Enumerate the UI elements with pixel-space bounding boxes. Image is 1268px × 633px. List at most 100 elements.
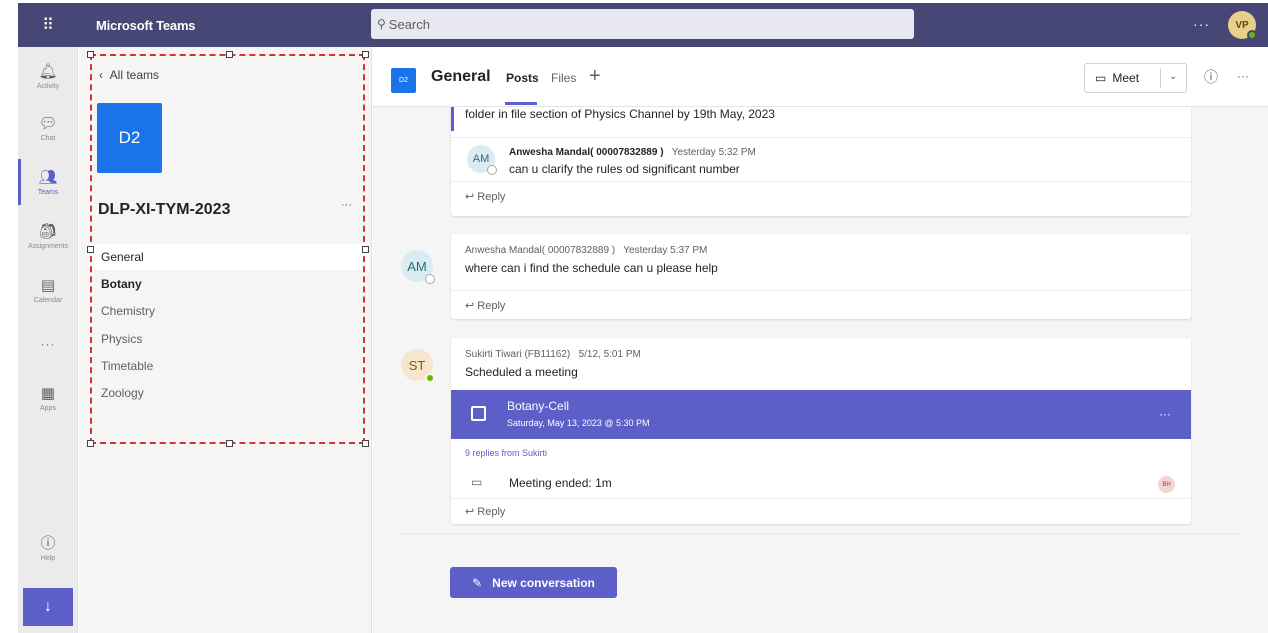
divider (451, 181, 1191, 182)
avatar[interactable]: AM (401, 250, 435, 284)
rail-item-teams[interactable]: 👥︎ Teams (18, 157, 78, 207)
avatar[interactable]: AM (467, 145, 497, 175)
presence-status-icon (425, 373, 435, 383)
reply-message: Anwesha Mandal( 00007832889 ) Yesterday … (509, 147, 756, 176)
reply-button[interactable]: ↩︎ Reply (465, 505, 505, 518)
new-conversation-button[interactable]: ✎ New conversation (450, 567, 617, 598)
rail-item-assignments[interactable]: 🎒︎ Assignments (18, 211, 78, 261)
meeting-title: Botany-Cell (507, 399, 570, 413)
avatar-initials: AM (472, 153, 490, 165)
reply-button[interactable]: ↩︎ Reply (465, 190, 505, 203)
active-tab-indicator (505, 102, 537, 105)
divider (451, 290, 1191, 291)
resize-handle[interactable] (87, 246, 94, 253)
meet-button[interactable]: ▭ Meet ⌄ (1084, 63, 1187, 93)
rail-item-label: Chat (40, 134, 56, 142)
presence-status-icon (1247, 30, 1257, 40)
meeting-ended-text: Meeting ended: 1m (509, 476, 612, 490)
rail-item-calendar[interactable]: ▤ Calendar (18, 265, 78, 315)
settings-more-button[interactable]: ··· (1193, 16, 1210, 32)
team-more-button[interactable]: ··· (341, 199, 352, 211)
rail-item-label: Assignments (27, 242, 69, 250)
avatar[interactable]: ST (401, 349, 435, 383)
all-teams-link[interactable]: ‹ All teams (99, 68, 159, 82)
bell-icon: 🔔︎ (38, 62, 58, 80)
channel-physics[interactable]: Physics (91, 326, 369, 352)
channel-badge: D2 (391, 68, 416, 93)
all-teams-label: All teams (109, 68, 160, 82)
resize-handle[interactable] (87, 51, 94, 58)
message-time: 5/12, 5:01 PM (578, 349, 641, 360)
tab-posts[interactable]: Posts (506, 71, 539, 85)
compose-icon: ✎ (472, 575, 483, 590)
reply-button[interactable]: ↩︎ Reply (465, 299, 505, 312)
post-message: Anwesha Mandal( 00007832889 ) Yesterday … (465, 245, 718, 275)
profile-avatar[interactable]: VP (1228, 11, 1257, 40)
avatar-initials: ST (408, 357, 426, 373)
download-icon: ↓ (44, 598, 52, 615)
resize-handle[interactable] (362, 246, 369, 253)
rail-item-activity[interactable]: 🔔︎ Activity (18, 51, 78, 101)
chevron-left-icon: ‹ (99, 68, 110, 82)
divider (1160, 68, 1161, 88)
participant-avatar: BH (1158, 476, 1175, 493)
divider (451, 137, 1191, 138)
message-author: Sukirti Tiwari (FB11162) (465, 349, 571, 360)
rail-item-help[interactable]: ⓘ Help (18, 523, 78, 573)
channel-zoology[interactable]: Zoology (91, 380, 369, 406)
resize-handle[interactable] (226, 51, 233, 58)
rail-item-label: Activity (36, 82, 60, 90)
post-message: Sukirti Tiwari (FB11162) 5/12, 5:01 PM S… (465, 349, 641, 379)
video-camera-icon: ▭ (1095, 71, 1107, 85)
meeting-card[interactable]: Botany-Cell Saturday, May 13, 2023 @ 5:3… (451, 390, 1191, 439)
post-accent-bar (451, 107, 454, 131)
channel-general[interactable]: General (91, 244, 369, 270)
presence-status-icon (425, 274, 435, 284)
message-text: can u clarify the rules od significant n… (509, 162, 740, 176)
app-title: Microsoft Teams (96, 17, 196, 33)
reply-icon: ↩︎ (465, 506, 478, 518)
apps-icon: ▦ (40, 384, 56, 402)
search-placeholder: Search (388, 16, 430, 32)
more-apps-button[interactable]: ··· (18, 337, 78, 351)
message-author: Anwesha Mandal( 00007832889 ) (465, 245, 616, 256)
meeting-more-button[interactable]: ··· (1159, 407, 1171, 421)
resize-handle[interactable] (87, 440, 94, 447)
channel-timetable[interactable]: Timetable (91, 353, 369, 379)
calendar-icon (471, 406, 486, 421)
replies-count-link[interactable]: 9 replies from Sukirti (465, 448, 547, 458)
chevron-down-icon[interactable]: ⌄ (1169, 71, 1177, 82)
channel-chemistry[interactable]: Chemistry (91, 298, 369, 324)
tab-files[interactable]: Files (551, 71, 576, 85)
channel-botany[interactable]: Botany (91, 271, 369, 297)
conversation-area: folder in file section of Physics Channe… (373, 107, 1268, 633)
rail-item-apps[interactable]: ▦ Apps (18, 373, 78, 423)
new-conversation-label: New conversation (492, 575, 595, 590)
resize-handle[interactable] (226, 440, 233, 447)
resize-handle[interactable] (362, 51, 369, 58)
calendar-icon: ▤ (40, 276, 56, 294)
avatar-initials: AM (407, 258, 427, 274)
app-launcher-icon[interactable]: ⠿ (18, 3, 78, 47)
reply-label: Reply (477, 506, 506, 518)
search-input[interactable]: ⚲ Search (371, 9, 914, 39)
add-tab-icon[interactable]: + (589, 65, 601, 88)
channel-title: General (431, 68, 491, 85)
resize-handle[interactable] (362, 440, 369, 447)
presence-status-icon (487, 165, 497, 175)
divider (401, 533, 1241, 534)
post-card: folder in file section of Physics Channe… (451, 107, 1191, 216)
top-bar: ⠿ Microsoft Teams ⚲ Search ··· VP (18, 3, 1268, 47)
post-card: Sukirti Tiwari (FB11162) 5/12, 5:01 PM S… (451, 338, 1191, 524)
rail-item-label: Help (40, 554, 56, 562)
download-button[interactable]: ↓ (23, 588, 73, 626)
app-rail: 🔔︎ Activity 💬︎ Chat 👥︎ Teams 🎒︎ Assignme… (18, 47, 78, 633)
message-text: Scheduled a meeting (465, 365, 578, 379)
search-icon: ⚲ (377, 17, 386, 31)
avatar-initials: VP (1235, 19, 1249, 31)
rail-item-chat[interactable]: 💬︎ Chat (18, 103, 78, 153)
info-icon[interactable]: ⓘ (1204, 67, 1218, 87)
channel-more-button[interactable]: ··· (1237, 69, 1249, 83)
reply-label: Reply (477, 191, 506, 203)
rail-item-label: Calendar (33, 296, 63, 304)
